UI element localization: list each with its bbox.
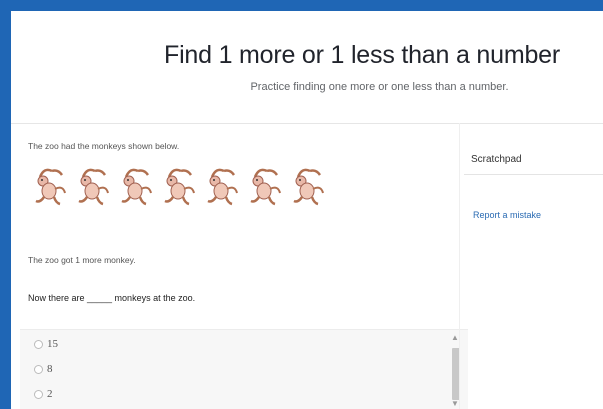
answer-choices: 15 8 2 ▲ ▼ [20,329,468,409]
answer-choice[interactable]: 15 [34,338,58,350]
scroll-down-arrow-icon[interactable]: ▼ [451,400,459,408]
monkey-icon [164,168,195,206]
sidebar-divider [459,123,460,409]
radio-button[interactable] [34,339,43,349]
monkey-icon [35,168,66,206]
radio-button[interactable] [34,389,43,399]
monkey-icon [250,168,281,206]
answer-label: 8 [47,363,53,375]
monkey-icon [293,168,324,206]
monkey-images [30,163,328,207]
question-text-more: The zoo got 1 more monkey. [28,255,136,265]
answer-label: 2 [47,388,53,400]
exercise-window: Find 1 more or 1 less than a number Prac… [11,11,603,409]
scratchpad-divider [464,174,603,175]
answer-label: 15 [47,338,58,350]
answer-choice[interactable]: 2 [34,388,53,400]
monkey-icon [121,168,152,206]
answer-choice[interactable]: 8 [34,363,53,375]
page-subtitle: Practice finding one more or one less th… [250,81,509,93]
page-title: Find 1 more or 1 less than a number [164,41,560,69]
scroll-up-arrow-icon[interactable]: ▲ [451,334,459,342]
question-text-prompt: Now there are _____ monkeys at the zoo. [28,293,196,303]
monkey-icon [78,168,109,206]
report-mistake-link[interactable]: Report a mistake [473,210,541,220]
header-divider [11,123,603,124]
radio-button[interactable] [34,364,43,374]
monkey-icon [207,168,238,206]
scratchpad-toggle[interactable]: Scratchpad [471,154,522,165]
question-text-intro: The zoo had the monkeys shown below. [28,141,180,151]
